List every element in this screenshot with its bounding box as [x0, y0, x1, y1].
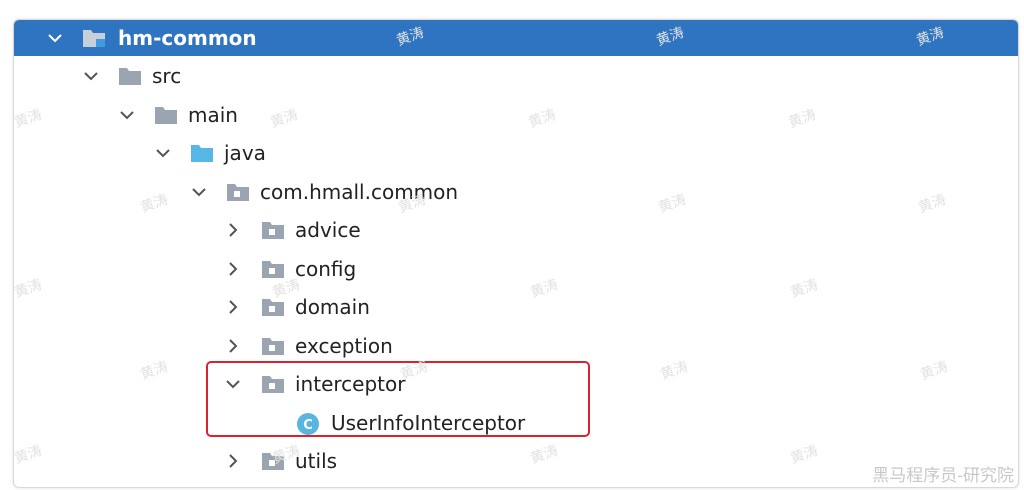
tree-label: main	[188, 103, 238, 127]
tree-label: com.hmall.common	[260, 180, 459, 204]
project-tree-panel: hm-common src main java com.hmall.common…	[13, 19, 1019, 488]
tree-item-userinfointerceptor[interactable]: C UserInfoInterceptor	[14, 405, 1018, 441]
tree-item-config[interactable]: config	[14, 251, 1018, 287]
tree-item-java[interactable]: java	[14, 135, 1018, 171]
tree-item-advice[interactable]: advice	[14, 212, 1018, 248]
chevron-right-icon[interactable]	[224, 298, 242, 316]
chevron-down-icon[interactable]	[190, 183, 208, 201]
package-folder-icon	[261, 259, 285, 279]
tree-label: src	[152, 64, 182, 88]
package-folder-icon	[261, 336, 285, 356]
tree-label: interceptor	[295, 372, 406, 396]
chevron-right-icon[interactable]	[224, 260, 242, 278]
folder-icon	[154, 105, 178, 125]
package-folder-icon	[261, 451, 285, 471]
tree-label: UserInfoInterceptor	[331, 411, 526, 435]
package-folder-icon	[261, 220, 285, 240]
folder-icon	[118, 66, 142, 86]
svg-text:C: C	[303, 418, 313, 433]
chevron-down-icon[interactable]	[154, 144, 172, 162]
tree-label: domain	[295, 295, 370, 319]
tree-item-hm-common[interactable]: hm-common	[14, 20, 1018, 56]
tree-item-src[interactable]: src	[14, 58, 1018, 94]
source-root-folder-icon	[190, 143, 214, 163]
chevron-right-icon[interactable]	[224, 221, 242, 239]
tree-label: advice	[295, 218, 361, 242]
tree-label: utils	[295, 449, 338, 473]
package-folder-icon	[261, 297, 285, 317]
chevron-down-icon[interactable]	[46, 29, 64, 47]
package-folder-icon	[226, 182, 250, 202]
chevron-down-icon[interactable]	[224, 375, 242, 393]
chevron-down-icon[interactable]	[82, 67, 100, 85]
tree-item-interceptor[interactable]: interceptor	[14, 366, 1018, 402]
module-folder-icon	[82, 27, 106, 47]
tree-label: config	[295, 257, 357, 281]
chevron-down-icon[interactable]	[118, 106, 136, 124]
tree-item-utils[interactable]: utils	[14, 443, 1018, 479]
tree-item-com-hmall-common[interactable]: com.hmall.common	[14, 174, 1018, 210]
package-folder-icon	[261, 374, 285, 394]
tree-item-domain[interactable]: domain	[14, 289, 1018, 325]
chevron-right-icon[interactable]	[224, 452, 242, 470]
corner-watermark: 黑马程序员-研究院	[872, 466, 1014, 486]
java-class-icon: C	[296, 412, 320, 436]
chevron-right-icon[interactable]	[224, 337, 242, 355]
tree-item-main[interactable]: main	[14, 97, 1018, 133]
tree-label: hm-common	[118, 26, 257, 50]
tree-label: exception	[295, 334, 393, 358]
tree-item-exception[interactable]: exception	[14, 328, 1018, 364]
tree-label: java	[224, 141, 266, 165]
